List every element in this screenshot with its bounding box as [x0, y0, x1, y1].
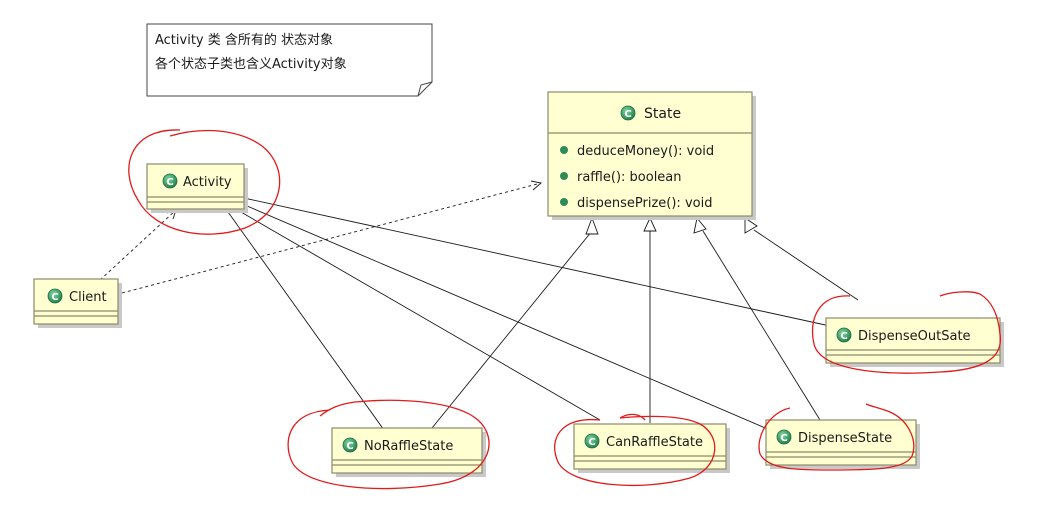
method-dot-icon [560, 172, 568, 180]
dep-client-activity [99, 209, 177, 281]
note: Activity 类 含所有的 状态对象 各个状态子类也含义Activity对象 [146, 23, 433, 97]
class-name: State [644, 106, 681, 122]
class-activity[interactable]: C Activity [146, 163, 248, 213]
method-1: raffle(): boolean [577, 170, 682, 185]
class-name: Client [69, 290, 107, 305]
class-state[interactable]: C State deduceMoney(): void raffle(): bo… [547, 91, 756, 220]
gen-dispenseout-state [753, 229, 859, 301]
method-dot-icon [560, 146, 568, 154]
generalizations [431, 216, 859, 429]
method-0: deduceMoney(): void [577, 144, 714, 159]
svg-text:C: C [840, 331, 847, 342]
uml-class-diagram: Activity 类 含所有的 状态对象 各个状态子类也含义Activity对象… [33, 23, 1004, 490]
class-name: Activity [183, 175, 232, 190]
note-line-2: 各个状态子类也含义Activity对象 [155, 56, 347, 72]
class-noraffle-state[interactable]: C NoRaffleState [331, 427, 486, 477]
gen-dispense-arrowhead [693, 216, 707, 234]
method-dot-icon [560, 198, 568, 206]
associations [227, 197, 831, 431]
svg-text:C: C [166, 177, 173, 188]
class-dispense-state[interactable]: C DispenseState [765, 419, 920, 469]
class-name: DispenseOutSate [858, 329, 971, 344]
note-line-1: Activity 类 含所有的 状态对象 [155, 32, 333, 48]
class-name: NoRaffleState [364, 439, 453, 454]
method-2: dispensePrize(): void [577, 196, 712, 211]
svg-text:C: C [588, 437, 595, 448]
svg-text:C: C [624, 109, 631, 120]
gen-noraffle-state [431, 230, 593, 429]
class-dispenseout-state[interactable]: C DispenseOutSate [825, 317, 1004, 367]
class-canraffle-state[interactable]: C CanRaffleState [573, 423, 730, 473]
svg-text:C: C [780, 433, 787, 444]
class-name: DispenseState [798, 431, 892, 446]
assoc-activity-dispense [239, 202, 771, 431]
assoc-activity-noraffle [227, 211, 385, 431]
svg-text:C: C [346, 441, 353, 452]
svg-text:C: C [51, 292, 58, 303]
gen-noraffle-arrowhead [585, 216, 599, 235]
dep-client-state-arrow [530, 180, 542, 191]
class-name: CanRaffleState [606, 435, 703, 450]
assoc-activity-canraffle [233, 207, 601, 421]
class-client[interactable]: C Client [33, 278, 122, 328]
gen-dispense-state [702, 230, 821, 421]
